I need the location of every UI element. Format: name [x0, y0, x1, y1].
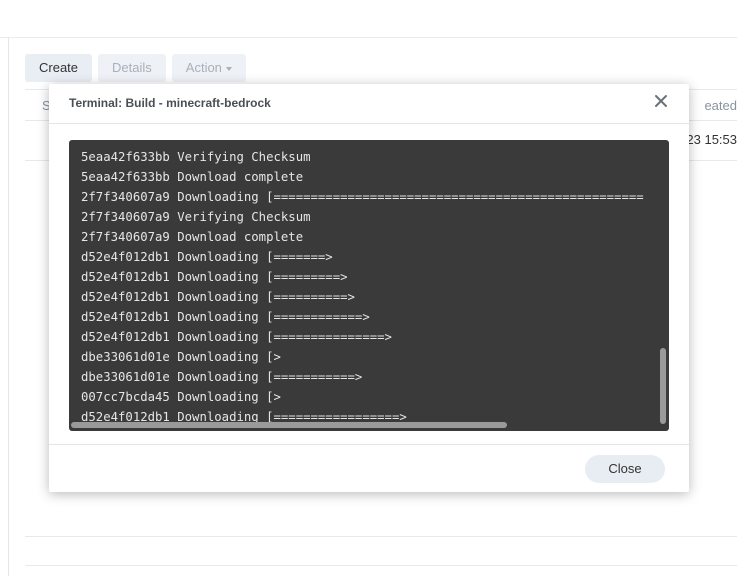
caret-down-icon — [225, 66, 232, 71]
sidebar-divider — [8, 37, 9, 576]
action-button[interactable]: Action — [171, 54, 246, 82]
table-row-divider — [25, 565, 737, 566]
terminal-line: dbe33061d01e Downloading [> — [81, 350, 281, 364]
modal-title: Terminal: Build - minecraft-bedrock — [69, 96, 271, 110]
terminal-line: d52e4f012db1 Downloading [============> — [81, 310, 370, 324]
table-row-divider — [25, 536, 737, 537]
horizontal-scrollbar[interactable] — [71, 422, 507, 428]
terminal-line: d52e4f012db1 Downloading [==============… — [81, 330, 392, 344]
terminal-line: 2f7f340607a9 Download complete — [81, 230, 304, 244]
terminal-line: d52e4f012db1 Downloading [=========> — [81, 270, 348, 284]
close-icon[interactable] — [653, 93, 669, 109]
close-button[interactable]: Close — [585, 455, 665, 483]
table-cell-created: 23 15:53 — [686, 132, 737, 147]
vertical-scrollbar[interactable] — [660, 348, 666, 424]
terminal-lines: 5eaa42f633bb Verifying Checksum 5eaa42f6… — [81, 149, 657, 429]
terminal-line: 5eaa42f633bb Verifying Checksum — [81, 150, 311, 164]
terminal-line: 2f7f340607a9 Downloading [==============… — [81, 190, 644, 204]
details-button[interactable]: Details — [98, 54, 166, 82]
terminal-output[interactable]: 5eaa42f633bb Verifying Checksum 5eaa42f6… — [69, 140, 669, 431]
terminal-modal: Terminal: Build - minecraft-bedrock 5eaa… — [49, 84, 689, 492]
terminal-line: d52e4f012db1 Downloading [=======> — [81, 250, 333, 264]
toolbar: Create Details Action — [25, 54, 246, 82]
create-button[interactable]: Create — [25, 54, 93, 82]
column-header-created[interactable]: eated — [704, 98, 737, 113]
terminal-line: 007cc7bcda45 Downloading [> — [81, 390, 281, 404]
terminal-line: 2f7f340607a9 Verifying Checksum — [81, 210, 311, 224]
action-button-label: Action — [185, 60, 222, 75]
modal-footer: Close — [49, 444, 689, 493]
modal-header: Terminal: Build - minecraft-bedrock — [49, 84, 689, 124]
terminal-line: dbe33061d01e Downloading [===========> — [81, 370, 363, 384]
top-bar — [0, 0, 737, 38]
terminal-line: 5eaa42f633bb Download complete — [81, 170, 304, 184]
terminal-line: d52e4f012db1 Downloading [==========> — [81, 290, 355, 304]
